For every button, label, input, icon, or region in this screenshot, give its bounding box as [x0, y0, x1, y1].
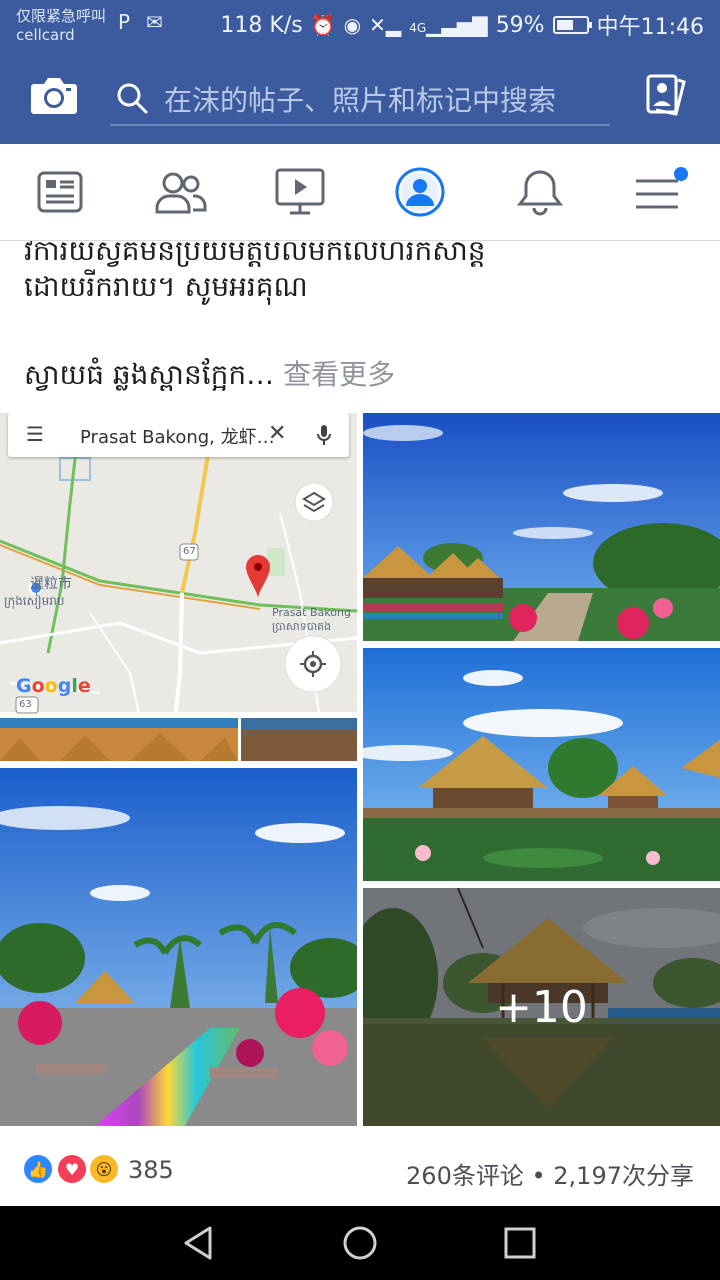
tab-profile[interactable]	[390, 162, 450, 222]
profile-icon	[395, 167, 445, 217]
menu-icon	[636, 167, 688, 209]
mic-icon[interactable]	[316, 424, 332, 446]
status-bar: 仅限紧急呼叫 cellcard P ✉ 118 K/s ⏰ ◉ ✕▂ 4G▁▃▅…	[0, 0, 720, 48]
friends-icon	[155, 172, 207, 214]
nav-bar	[0, 144, 720, 241]
map-place-label-khmer: ប្រាសាទបាគង	[272, 620, 332, 633]
status-right: 118 K/s ⏰ ◉ ✕▂ 4G▁▃▅▇ 59% 中午11:46	[220, 9, 704, 41]
back-icon[interactable]	[180, 1224, 218, 1262]
tab-friends[interactable]	[150, 162, 210, 222]
home-icon[interactable]	[341, 1224, 379, 1262]
post-text-excerpt: ស្វាយធំ ឆ្លងស្ពានក្អែក…	[24, 358, 275, 391]
map-city-label: 暹粒市	[30, 576, 72, 592]
photo-gallery-icon	[646, 74, 686, 116]
map-photo[interactable]: 67 63 ☰ Prasat Bakong, 龙虾… ✕ 暹粒市 ក្រុងសៀ…	[0, 413, 357, 761]
recents-icon[interactable]	[501, 1224, 539, 1262]
map-city-label-khmer: ក្រុងសៀមរាប	[4, 594, 65, 608]
map-search-bar[interactable]: ☰ Prasat Bakong, 龙虾… ✕	[8, 413, 349, 457]
route-label: 63	[19, 699, 32, 710]
app-header: 在沫的帖子、照片和标记中搜索	[0, 48, 720, 144]
photos-button[interactable]	[644, 72, 688, 120]
more-photos-overlay[interactable]: +10	[363, 888, 720, 1126]
tab-watch[interactable]	[270, 162, 330, 222]
watch-video-icon	[275, 168, 325, 215]
wechat-icon: ✉	[146, 10, 163, 34]
google-logo: Google	[16, 675, 91, 697]
tab-menu[interactable]	[630, 162, 690, 222]
no-signal-icon: ✕▂	[369, 13, 402, 37]
camera-icon	[31, 78, 77, 114]
net-speed: 118 K/s	[220, 12, 303, 38]
map-menu-icon[interactable]: ☰	[26, 422, 44, 446]
hut-lotus-image	[363, 648, 720, 881]
rainbow-path-image	[0, 768, 357, 1126]
tab-notifications[interactable]	[510, 162, 570, 222]
post-text-line: ដោយរីករាយ។ សូមអរគុណ	[24, 270, 308, 303]
search-input[interactable]: 在沫的帖子、照片和标记中搜索	[164, 79, 604, 119]
search-bar[interactable]: 在沫的帖子、照片和标记中搜索	[110, 68, 610, 126]
see-more-link[interactable]: 查看更多	[283, 358, 395, 391]
comment-count[interactable]: 260条评论	[406, 1162, 524, 1190]
like-reaction-icon: 👍	[22, 1153, 54, 1185]
post-photo[interactable]	[363, 413, 720, 641]
post-text: វិការយស្វគមនប្រយមត្តបលមកលេហរកសាន្ត ដោយរី…	[24, 241, 714, 413]
news-feed-icon	[37, 171, 83, 213]
love-reaction-icon: ♥	[56, 1153, 88, 1185]
post-text-line: ស្វាយធំ ឆ្លងស្ពានក្អែក… 查看更多	[24, 353, 395, 398]
reaction-count[interactable]: 385	[128, 1156, 174, 1184]
post-photo[interactable]	[0, 768, 357, 1126]
bell-icon	[517, 170, 563, 216]
camera-button[interactable]	[30, 74, 78, 116]
share-count[interactable]: 2,197次分享	[553, 1162, 694, 1190]
map-search-text: Prasat Bakong, 龙虾…	[80, 427, 275, 448]
reactions-row: 👍 ♥ 😮 385 260条评论 • 2,197次分享	[0, 1126, 720, 1206]
system-nav-bar	[0, 1206, 720, 1280]
map-place-label: Prasat Bakong	[272, 606, 351, 619]
post-photo[interactable]	[363, 648, 720, 881]
network-4g-icon: 4G▁▃▅▇	[409, 13, 488, 37]
route-label: 67	[183, 546, 196, 557]
battery-icon	[552, 16, 592, 34]
eye-icon: ◉	[343, 13, 362, 37]
huts-garden-image	[363, 413, 720, 641]
carrier-name: cellcard	[16, 26, 75, 44]
close-icon[interactable]: ✕	[268, 421, 286, 446]
carrier-label: 仅限紧急呼叫	[16, 7, 107, 25]
tab-news-feed[interactable]	[30, 162, 90, 222]
wow-reaction-icon: 😮	[88, 1153, 120, 1185]
search-icon	[117, 83, 148, 114]
p-icon: P	[118, 10, 131, 34]
alarm-icon: ⏰	[310, 13, 336, 37]
separator: •	[531, 1162, 546, 1190]
menu-badge	[674, 167, 688, 181]
clock: 中午11:46	[596, 15, 704, 40]
battery-percent: 59%	[495, 12, 545, 38]
battery-fill	[556, 20, 574, 30]
engagement-summary[interactable]: 260条评论 • 2,197次分享	[406, 1156, 694, 1191]
